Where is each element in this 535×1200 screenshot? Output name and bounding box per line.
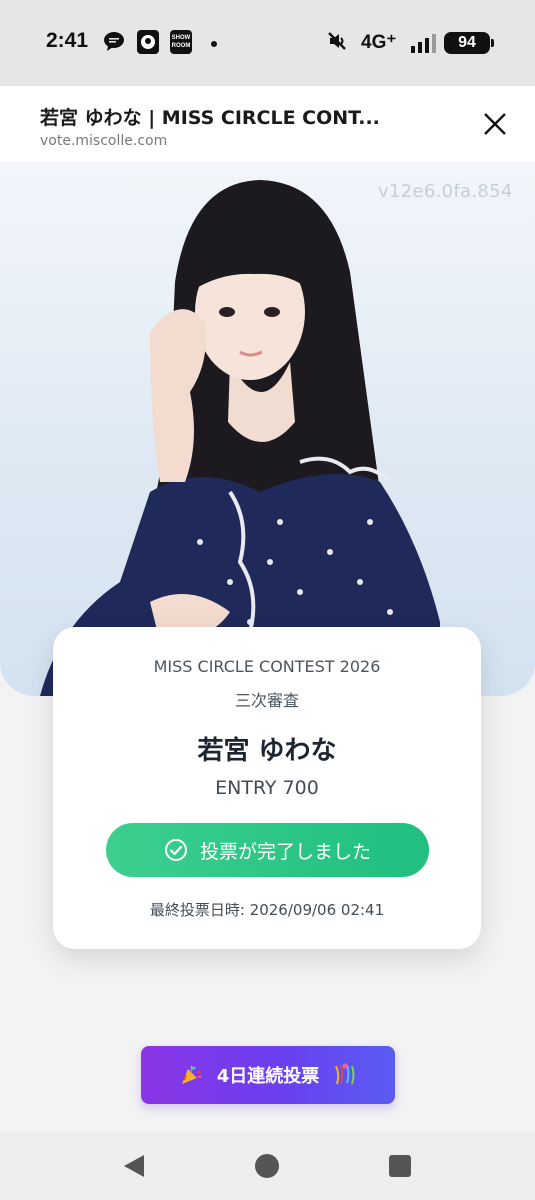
confetti-ball-icon: [335, 1063, 355, 1085]
vote-complete-button[interactable]: 投票が完了しました: [106, 823, 429, 877]
watermark: v12e6.0fa.854: [378, 181, 513, 202]
network-type: 4G⁺: [361, 32, 397, 53]
page-url: vote.miscolle.com: [40, 133, 168, 149]
mute-icon: [328, 32, 346, 50]
last-vote-time: 最終投票日時: 2026/09/06 02:41: [149, 901, 385, 919]
candidate-name: 若宮 ゆわな: [197, 736, 337, 766]
home-icon[interactable]: [253, 1152, 281, 1180]
status-time: 2:41: [46, 29, 89, 52]
page-title: 若宮 ゆわな | MISS CIRCLE CONT...: [40, 107, 380, 129]
contest-stage: 三次審査: [234, 691, 299, 710]
battery-indicator: 94: [444, 32, 494, 54]
contest-title: MISS CIRCLE CONTEST 2026: [153, 657, 381, 676]
streak-label: 4日連続投票: [216, 1066, 320, 1087]
back-icon[interactable]: [120, 1152, 148, 1180]
close-icon[interactable]: [480, 109, 510, 139]
profile-photo: [0, 162, 535, 696]
vote-complete-label: 投票が完了しました: [199, 840, 371, 863]
recent-apps-icon[interactable]: [386, 1152, 414, 1180]
app-notification-icon: [137, 30, 159, 54]
signal-icon: [411, 34, 436, 53]
chat-bubble-icon: [104, 32, 124, 51]
entry-number: ENTRY 700: [215, 777, 319, 799]
showroom-app-icon: SHOW ROOM: [170, 30, 192, 54]
check-circle-icon: [164, 839, 187, 861]
more-notifications-dot-icon: [211, 41, 217, 47]
party-popper-icon: [181, 1065, 202, 1084]
streak-vote-button[interactable]: 4日連続投票: [141, 1046, 395, 1104]
vote-card: MISS CIRCLE CONTEST 2026 三次審査 若宮 ゆわな ENT…: [53, 627, 481, 949]
